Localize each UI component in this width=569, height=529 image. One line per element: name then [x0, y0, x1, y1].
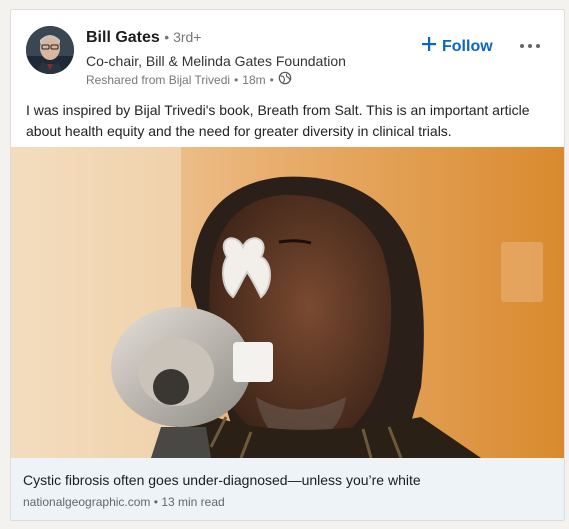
article-read-time: 13 min read [161, 495, 225, 509]
article-title[interactable]: Cystic fibrosis often goes under-diagnos… [23, 472, 421, 488]
author-name[interactable]: Bill Gates [86, 29, 160, 46]
post-text: I was inspired by Bijal Trivedi's book, … [26, 102, 530, 139]
follow-button[interactable]: Follow [422, 37, 493, 56]
article-image[interactable] [11, 147, 564, 458]
author-avatar[interactable] [26, 26, 74, 74]
feed-post-card: Bill Gates • 3rd+ Co-chair, Bill & Melin… [10, 9, 565, 521]
globe-icon [278, 71, 292, 88]
follow-label: Follow [442, 37, 493, 55]
plus-icon [422, 37, 436, 56]
meta-separator: • [234, 72, 239, 87]
article-source: nationalgeographic.com [23, 495, 151, 509]
more-options-icon[interactable] [518, 34, 542, 58]
reshared-from[interactable]: Reshared from Bijal Trivedi [86, 73, 230, 87]
post-time: 18m [242, 72, 266, 87]
article-meta: nationalgeographic.com • 13 min read [23, 495, 225, 509]
author-headline: Co-chair, Bill & Melinda Gates Foundatio… [86, 53, 346, 69]
connection-degree: 3rd+ [173, 29, 202, 45]
author-name-row: Bill Gates • 3rd+ [86, 29, 201, 47]
connection-degree-separator: • [164, 29, 174, 45]
article-link-preview[interactable]: Cystic fibrosis often goes under-diagnos… [11, 458, 564, 520]
meta-separator: • [269, 72, 274, 87]
post-meta: Reshared from Bijal Trivedi • 18m • [86, 71, 292, 88]
